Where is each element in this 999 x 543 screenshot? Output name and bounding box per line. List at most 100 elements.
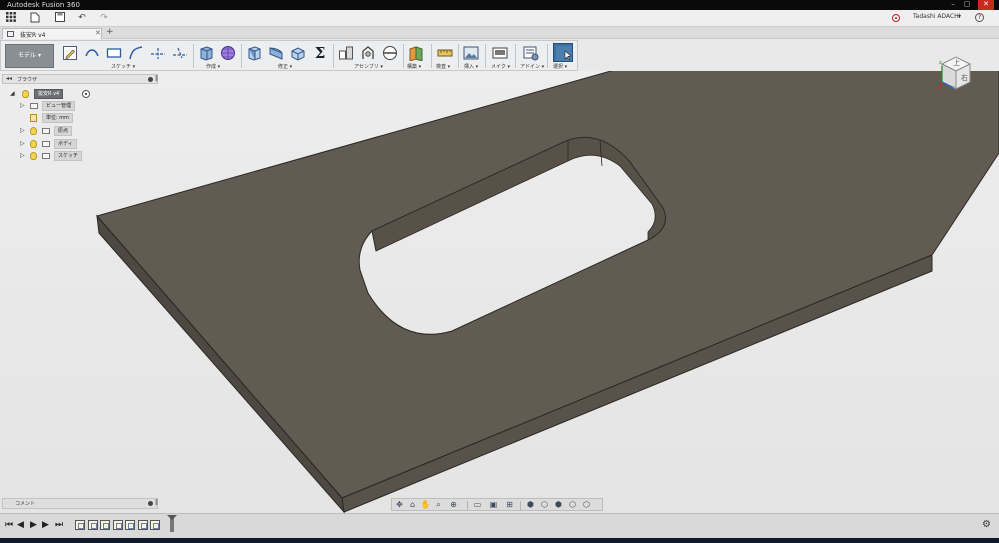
timeline-first-icon[interactable]: ⏮	[5, 520, 13, 530]
timeline-marker-handle[interactable]	[167, 515, 177, 532]
timeline-last-icon[interactable]: ⏭	[55, 520, 63, 530]
expand-arrow-icon[interactable]: ▷	[20, 127, 25, 134]
plate-model[interactable]	[0, 71, 999, 513]
timeline-feature-extrude[interactable]	[113, 520, 123, 530]
viewports-icon[interactable]: ⊞	[504, 500, 515, 510]
comments-add-icon[interactable]	[148, 501, 153, 506]
browser-collapse-icon[interactable]: ◂◂	[6, 75, 12, 82]
3d-print-icon[interactable]	[492, 45, 508, 61]
timeline-previous-icon[interactable]: ◀	[17, 520, 24, 530]
visibility-bulb-icon[interactable]	[30, 127, 37, 135]
minimize-button[interactable]: –	[948, 0, 958, 10]
zoom-window-icon[interactable]: ⌕	[433, 500, 444, 510]
timeline-feature-extrude[interactable]	[88, 520, 98, 530]
make-group-label[interactable]: メイク ▾	[491, 63, 510, 70]
joint-icon[interactable]	[360, 45, 376, 61]
new-component-icon[interactable]	[338, 45, 354, 61]
document-tab-close-icon[interactable]: ✕	[95, 29, 101, 37]
visibility-bulb-icon[interactable]	[30, 140, 37, 148]
canvas-viewport[interactable]	[0, 71, 999, 513]
timeline-feature-sketch[interactable]	[100, 520, 110, 530]
select-group-label[interactable]: 選択 ▾	[553, 63, 567, 70]
shaded-view-icon[interactable]: ⬢	[525, 500, 536, 510]
timeline-feature-sketch[interactable]	[75, 520, 85, 530]
insert-canvas-icon[interactable]	[463, 45, 479, 61]
create-sketch-icon[interactable]	[62, 45, 78, 61]
orbit-icon[interactable]: ✥	[394, 500, 405, 510]
timeline-feature-sketch[interactable]	[138, 520, 148, 530]
display-settings-icon[interactable]: ▭	[472, 500, 483, 510]
new-tab-button[interactable]: +	[106, 27, 114, 37]
workspace-switcher-button[interactable]: モデル ▾	[5, 44, 54, 68]
wireframe-icon[interactable]: ⬢	[553, 500, 564, 510]
timeline-next-icon[interactable]: ▶	[42, 520, 49, 530]
sphere-create-icon[interactable]	[220, 45, 236, 61]
sketch-trim-icon[interactable]	[150, 45, 166, 61]
expand-arrow-icon[interactable]: ▷	[20, 152, 25, 159]
user-menu-chevron-icon[interactable]: ▾	[958, 13, 961, 20]
sketch-arc-icon[interactable]	[84, 45, 100, 61]
timeline-feature-fillet[interactable]	[125, 520, 135, 530]
activate-radio-icon[interactable]	[82, 90, 90, 98]
undo-icon[interactable]: ↶	[76, 12, 88, 25]
browser-options-icon[interactable]	[148, 77, 153, 82]
parameters-sigma-icon[interactable]: Σ	[312, 45, 328, 61]
sketch-offset-icon[interactable]	[172, 45, 188, 61]
look-at-icon[interactable]: ⌂	[407, 500, 418, 510]
document-tab[interactable]: 抜安R v4 ✕	[2, 28, 102, 39]
sketch-group-label[interactable]: スケッチ ▾	[111, 63, 135, 70]
viewcube[interactable]: 上 右 x y z	[936, 52, 976, 94]
timeline-play-icon[interactable]: ▶	[30, 520, 37, 530]
redo-icon[interactable]: ↷	[98, 12, 110, 25]
measure-icon[interactable]	[437, 45, 453, 61]
browser-root-item[interactable]: ◢ 抜安R v4	[10, 89, 100, 99]
save-icon[interactable]	[54, 12, 66, 25]
browser-panel-header[interactable]: ◂◂ ブラウザ ‖	[2, 74, 158, 84]
user-name[interactable]: Tadashi ADACHI	[913, 13, 960, 20]
comments-panel-header[interactable]: コメント ‖	[2, 498, 158, 509]
help-icon[interactable]: ?	[975, 13, 984, 22]
chamfer-icon[interactable]	[290, 45, 306, 61]
fit-icon[interactable]: ⊕	[448, 500, 459, 510]
viewcube-top-label[interactable]: 上	[953, 58, 960, 68]
maximize-button[interactable]: ▢	[962, 0, 972, 10]
motion-link-icon[interactable]	[382, 45, 398, 61]
close-window-button[interactable]: ✕	[978, 0, 994, 10]
pan-icon[interactable]: ✋	[420, 500, 431, 510]
scripts-addins-icon[interactable]	[523, 45, 539, 61]
visibility-bulb-icon[interactable]	[22, 90, 29, 98]
create-group-label[interactable]: 作成 ▾	[206, 63, 220, 70]
browser-item-named-views[interactable]: ▷ ビュー管理	[20, 101, 80, 111]
construct-group-label[interactable]: 構築 ▾	[407, 63, 421, 70]
timeline-settings-icon[interactable]: ⚙	[982, 519, 991, 530]
inspect-group-label[interactable]: 検査 ▾	[436, 63, 450, 70]
assemble-group-label[interactable]: アセンブリ ▾	[354, 63, 383, 70]
expand-arrow-icon[interactable]: ▷	[20, 140, 25, 147]
browser-pin-icon[interactable]: ‖	[155, 75, 158, 82]
press-pull-icon[interactable]	[246, 45, 262, 61]
browser-item-sketches[interactable]: ▷ スケッチ	[20, 151, 85, 161]
comments-pin-icon[interactable]: ‖	[155, 499, 158, 506]
app-grid-icon[interactable]	[5, 12, 17, 25]
addins-group-label[interactable]: アドイン ▾	[520, 63, 544, 70]
shaded-edges-icon[interactable]: ⬡	[539, 500, 550, 510]
extrude-icon[interactable]	[198, 45, 214, 61]
browser-item-origin[interactable]: ▷ 原点	[20, 126, 80, 136]
browser-item-bodies[interactable]: ▷ ボディ	[20, 139, 80, 149]
fillet-icon[interactable]	[268, 45, 284, 61]
record-icon[interactable]	[892, 14, 900, 22]
visible-edges-icon[interactable]: ⬡	[581, 500, 592, 510]
offset-plane-icon[interactable]	[408, 45, 424, 61]
sketch-rectangle-icon[interactable]	[106, 45, 122, 61]
sketch-spline-icon[interactable]	[128, 45, 144, 61]
file-menu-icon[interactable]	[29, 12, 41, 25]
hidden-edges-icon[interactable]: ⬡	[567, 500, 578, 510]
visibility-bulb-icon[interactable]	[30, 152, 37, 160]
modify-group-label[interactable]: 修正 ▾	[278, 63, 292, 70]
expand-arrow-icon[interactable]: ▷	[20, 102, 25, 109]
insert-group-label[interactable]: 挿入 ▾	[464, 63, 478, 70]
select-tool-icon[interactable]	[553, 43, 573, 62]
timeline-feature-extrude[interactable]	[150, 520, 160, 530]
browser-item-units[interactable]: 単位: mm	[20, 113, 80, 123]
collapse-arrow-icon[interactable]: ◢	[10, 90, 15, 97]
